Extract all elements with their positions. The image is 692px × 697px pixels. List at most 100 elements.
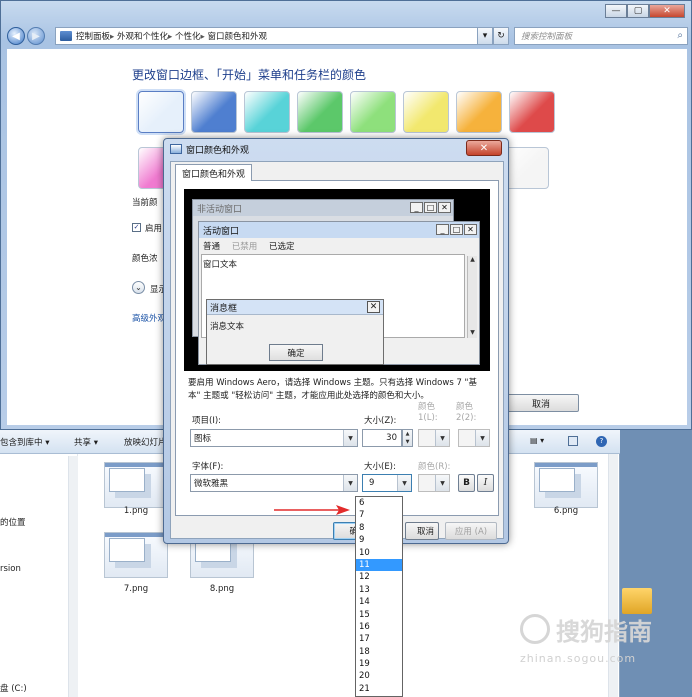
bold-button[interactable]: B	[458, 474, 475, 492]
transparency-checkbox[interactable]: ✓	[132, 223, 141, 232]
message-ok-button: 确定	[269, 344, 323, 361]
forward-arrow-icon[interactable]: ▶	[27, 27, 45, 45]
nav-item[interactable]: 的位置	[0, 516, 26, 528]
refresh-icon[interactable]: ↻	[493, 27, 509, 45]
color-swatch[interactable]	[503, 147, 549, 189]
cancel-button[interactable]: 取消	[405, 522, 439, 540]
font-size-option[interactable]: 13	[356, 584, 402, 596]
font-size-option[interactable]: 17	[356, 633, 402, 645]
dialog-window-icon	[170, 144, 182, 154]
cancel-button[interactable]: 取消	[503, 394, 579, 412]
color-swatch[interactable]	[191, 91, 237, 133]
tab-window-color[interactable]: 窗口颜色和外观	[175, 164, 253, 181]
minimize-icon: _	[410, 202, 423, 213]
font-size-option[interactable]: 6	[356, 497, 402, 509]
image-thumbnail[interactable]	[104, 532, 168, 578]
breadcrumb-item[interactable]: 外观和个性化	[110, 30, 168, 42]
nav-item[interactable]: 盘 (C:)	[0, 682, 27, 694]
folder-icon[interactable]	[622, 588, 652, 614]
apply-button[interactable]: 应用 (A)	[445, 522, 497, 540]
enable-label: 启用	[145, 224, 163, 234]
chevron-down-icon[interactable]: ▼	[435, 430, 449, 446]
size-input[interactable]: 30	[362, 429, 402, 447]
breadcrumb-item[interactable]: 控制面板	[76, 30, 110, 42]
minimize-icon: _	[436, 224, 449, 235]
font-size-option[interactable]: 20	[356, 670, 402, 682]
font-size-option[interactable]: 12	[356, 571, 402, 583]
chevron-down-icon[interactable]: ▼	[435, 475, 449, 491]
minimize-button[interactable]: —	[605, 4, 627, 18]
preview-scrollbar: ▲ ▼	[467, 256, 477, 338]
font-size-option[interactable]: 14	[356, 596, 402, 608]
thumbnail-label[interactable]: 8.png	[190, 584, 254, 594]
font-size-dropdown-list[interactable]: 6 7 8 9 10 11 12 13 14 15 16 17 18 19 20 21	[355, 496, 403, 697]
font-size-option[interactable]: 9	[356, 534, 402, 546]
chevron-down-icon[interactable]: ▼	[343, 430, 357, 446]
thumbnail-label[interactable]: 7.png	[104, 584, 168, 594]
color-swatch[interactable]	[509, 91, 555, 133]
thumbnail-label[interactable]: 1.png	[104, 506, 168, 516]
font-size-option[interactable]: 15	[356, 609, 402, 621]
dialog-close-button[interactable]: ✕	[466, 140, 502, 156]
nav-scrollbar[interactable]	[68, 456, 78, 697]
slideshow-button[interactable]: 放映幻灯片	[124, 436, 167, 448]
address-bar[interactable]: 控制面板 外观和个性化 个性化 窗口颜色和外观	[55, 27, 509, 45]
include-in-library-menu[interactable]: 包含到库中 ▾	[0, 436, 49, 448]
font-color-select[interactable]: ▼	[418, 474, 450, 492]
color-swatch[interactable]	[138, 91, 184, 133]
help-icon[interactable]: ?	[596, 436, 607, 447]
image-thumbnail[interactable]	[534, 462, 598, 508]
font-size-select-value: 9	[369, 478, 375, 488]
scroll-up-icon: ▲	[470, 256, 475, 263]
font-size-option[interactable]: 11	[356, 558, 402, 572]
message-text: 消息文本	[210, 322, 245, 332]
expand-chevron-icon[interactable]: ⌄	[132, 281, 145, 294]
chevron-down-icon[interactable]: ▼	[475, 430, 489, 446]
font-select[interactable]: 微软雅黑 ▼	[190, 474, 358, 492]
advanced-appearance-link[interactable]: 高级外观	[132, 312, 166, 324]
italic-button[interactable]: I	[477, 474, 494, 492]
color-swatch[interactable]	[244, 91, 290, 133]
dialog-title: 窗口颜色和外观	[186, 146, 250, 156]
navigation-pane: 的位置 rsion 盘 (C:)	[0, 454, 78, 697]
chevron-down-icon[interactable]: ▼	[397, 475, 411, 491]
font-size-label: 大小(E):	[364, 462, 396, 472]
nav-item[interactable]: rsion	[0, 564, 21, 574]
close-button[interactable]: ✕	[649, 4, 685, 18]
back-arrow-icon[interactable]: ◀	[7, 27, 25, 45]
preview-pane-icon[interactable]	[568, 436, 578, 446]
color-swatch[interactable]	[403, 91, 449, 133]
font-size-option[interactable]: 16	[356, 621, 402, 633]
thumbnail-label[interactable]: 6.png	[534, 506, 598, 516]
color1-select[interactable]: ▼	[418, 429, 450, 447]
font-size-option[interactable]: 8	[356, 522, 402, 534]
font-size-option[interactable]: 18	[356, 646, 402, 658]
item-select[interactable]: 图标 ▼	[190, 429, 358, 447]
intensity-label: 颜色浓	[132, 254, 158, 264]
view-options-icon[interactable]: ▤ ▾	[530, 436, 544, 445]
address-dropdown-button[interactable]: ▾	[477, 27, 493, 45]
font-size-select[interactable]: 9 ▼	[362, 474, 412, 492]
maximize-button[interactable]: ▢	[627, 4, 649, 18]
page-title: 更改窗口边框、「开始」菜单和任务栏的颜色	[132, 68, 367, 82]
breadcrumb-item[interactable]: 个性化	[168, 30, 201, 42]
close-icon: ✕	[438, 202, 451, 213]
search-input[interactable]: 搜索控制面板 ⌕	[514, 27, 688, 45]
font-size-option[interactable]: 10	[356, 547, 402, 559]
search-icon[interactable]: ⌕	[677, 30, 683, 41]
size-stepper[interactable]: ▲ ▼	[402, 429, 413, 447]
window-caption-buttons: — ▢ ✕	[605, 4, 685, 18]
color-swatch[interactable]	[297, 91, 343, 133]
color-swatch[interactable]	[456, 91, 502, 133]
item-label: 项目(I):	[192, 416, 222, 426]
font-size-option[interactable]: 7	[356, 509, 402, 521]
share-menu[interactable]: 共享 ▾	[74, 436, 98, 448]
color-swatch[interactable]	[350, 91, 396, 133]
size-label: 大小(Z):	[364, 416, 397, 426]
font-size-option[interactable]: 19	[356, 658, 402, 670]
image-thumbnail[interactable]	[104, 462, 168, 508]
breadcrumb-item[interactable]: 窗口颜色和外观	[200, 30, 267, 42]
chevron-down-icon[interactable]: ▼	[343, 475, 357, 491]
font-size-option[interactable]: 21	[356, 683, 402, 695]
color2-select[interactable]: ▼	[458, 429, 490, 447]
